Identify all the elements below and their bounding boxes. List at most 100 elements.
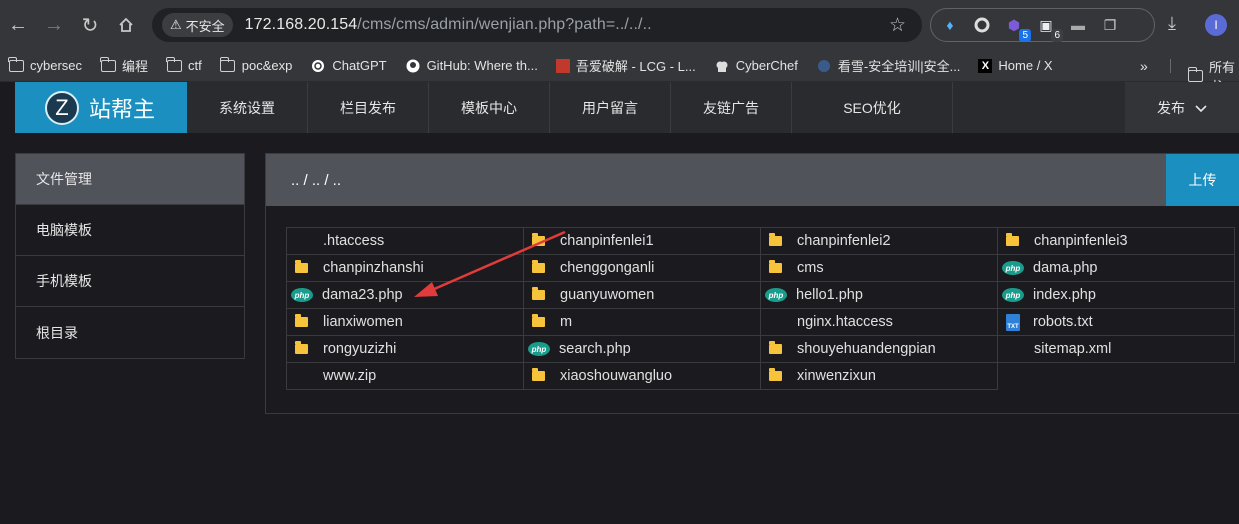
security-chip[interactable]: ⚠ 不安全	[162, 13, 233, 37]
back-icon[interactable]: ←	[0, 7, 36, 43]
folder-icon	[295, 341, 308, 354]
file-item[interactable]: chanpinfenlei3	[997, 227, 1235, 255]
bookmark-chatgpt[interactable]: ChatGPT	[310, 58, 387, 73]
url-text[interactable]: 172.168.20.154/cms/cms/admin/wenjian.php…	[245, 16, 652, 34]
purple-extension-icon[interactable]: ⬢ 5	[1003, 14, 1031, 42]
file-name: rongyuzizhi	[323, 341, 397, 357]
file-item[interactable]: m	[523, 308, 761, 336]
publish-dropdown[interactable]: 发布	[1125, 82, 1239, 133]
folder-icon	[769, 341, 782, 354]
file-item[interactable]: chanpinfenlei1	[523, 227, 761, 255]
file-item[interactable]: lianxiwomen	[286, 308, 524, 336]
bookmark-label: 编程	[122, 59, 149, 74]
file-item[interactable]: php dama23.php	[286, 281, 524, 309]
bookmark-github[interactable]: GitHub: Where th...	[405, 58, 538, 73]
diamond-extension-icon[interactable]: ♦	[939, 14, 961, 36]
menu-system-settings[interactable]: 系统设置	[187, 82, 308, 133]
bookmark-label: 看雪-安全培训|安全...	[837, 59, 961, 74]
menu-user-messages[interactable]: 用户留言	[550, 82, 671, 133]
home-icon[interactable]	[108, 7, 144, 43]
file-name: chanpinfenlei2	[797, 233, 891, 249]
x-logo-icon: X	[978, 58, 993, 73]
blank-file-icon	[1004, 342, 1022, 356]
file-item[interactable]: rongyuzizhi	[286, 335, 524, 363]
address-bar[interactable]: ⚠ 不安全 172.168.20.154/cms/cms/admin/wenji…	[152, 8, 922, 42]
bookmark-folder-programming[interactable]: 编程	[100, 56, 148, 75]
circle-extension-icon[interactable]	[971, 14, 993, 36]
bookmark-folder-ctf[interactable]: ctf	[166, 56, 202, 73]
warning-icon: ⚠	[170, 17, 182, 32]
file-item[interactable]: php search.php	[523, 335, 761, 363]
file-item[interactable]: chanpinfenlei2	[760, 227, 998, 255]
folder-icon	[769, 260, 782, 273]
bookmark-52pojie[interactable]: 吾爱破解 - LCG - L...	[555, 56, 696, 75]
file-name: m	[560, 314, 573, 330]
bookmark-label: poc&exp	[241, 58, 293, 73]
menu-seo[interactable]: SEO优化	[792, 82, 953, 133]
menu-column-publish[interactable]: 栏目发布	[308, 82, 429, 133]
file-item[interactable]: www.zip	[286, 362, 524, 390]
php-file-icon: php	[765, 288, 787, 302]
file-item[interactable]: xiaoshouwangluo	[523, 362, 761, 390]
file-item[interactable]: cms	[760, 254, 998, 282]
sidebar-item-mobile-templates[interactable]: 手机模板	[16, 256, 244, 307]
download-icon[interactable]: ⤓	[1168, 13, 1176, 34]
brand[interactable]: Z 站帮主	[15, 82, 187, 133]
folder-icon	[100, 56, 116, 73]
security-label: 不安全	[185, 18, 225, 34]
file-item[interactable]: chanpinzhanshi	[286, 254, 524, 282]
52pojie-icon	[555, 58, 570, 73]
profile-avatar[interactable]: I	[1205, 14, 1227, 36]
file-item[interactable]: guanyuwomen	[523, 281, 761, 309]
file-item[interactable]: php hello1.php	[760, 281, 998, 309]
file-item[interactable]: shouyehuandengpian	[760, 335, 998, 363]
file-name: search.php	[559, 341, 631, 357]
upload-button[interactable]: 上传	[1166, 154, 1239, 206]
file-item[interactable]: nginx.htaccess	[760, 308, 998, 336]
brand-name: 站帮主	[89, 96, 156, 122]
bookmark-label: GitHub: Where th...	[426, 58, 538, 73]
file-name: robots.txt	[1033, 314, 1093, 330]
file-item[interactable]: php dama.php	[997, 254, 1235, 282]
sidebar-item-pc-templates[interactable]: 电脑模板	[16, 205, 244, 256]
github-icon	[405, 59, 421, 73]
file-name: hello1.php	[796, 287, 863, 303]
reload-icon[interactable]: ↻	[72, 7, 108, 43]
hat-extension-icon[interactable]: ▬	[1067, 14, 1089, 36]
sidebar-item-root[interactable]: 根目录	[16, 307, 244, 358]
file-item[interactable]: sitemap.xml	[997, 335, 1235, 363]
menu-template-center[interactable]: 模板中心	[429, 82, 550, 133]
file-name: chanpinfenlei1	[560, 233, 654, 249]
file-name: dama23.php	[322, 287, 403, 303]
sidebar-item-file-manager[interactable]: 文件管理	[16, 154, 244, 205]
file-item[interactable]: chenggonganli	[523, 254, 761, 282]
file-item[interactable]: xinwenzixun	[760, 362, 998, 390]
bookmark-folder-cybersec[interactable]: cybersec	[8, 56, 82, 73]
panel-header: .. / .. / .. 上传	[266, 154, 1239, 206]
file-name: .htaccess	[323, 233, 385, 249]
dice-extension-icon[interactable]: ▣ 6	[1035, 14, 1063, 42]
bookmark-label: CyberChef	[735, 58, 798, 73]
admin-page: Z 站帮主 系统设置 栏目发布 模板中心 用户留言 友链广告 SEO优化 发布 …	[0, 82, 1239, 524]
publish-label: 发布	[1157, 99, 1185, 116]
folder-icon	[1006, 233, 1019, 246]
bookmark-cyberchef[interactable]: CyberChef	[714, 58, 798, 73]
bookmarks-divider	[1170, 59, 1171, 73]
forward-icon[interactable]: →	[36, 7, 72, 43]
puzzle-icon[interactable]: ❐	[1099, 14, 1121, 36]
sidebar: 文件管理 电脑模板 手机模板 根目录	[15, 153, 245, 359]
folder-icon	[532, 314, 545, 327]
file-item[interactable]: php index.php	[997, 281, 1235, 309]
folder-icon	[8, 56, 24, 73]
blank-file-icon	[293, 369, 311, 383]
bookmark-x[interactable]: X Home / X	[978, 58, 1053, 73]
bookmarks-bar: cybersec 编程 ctf poc&exp ChatGPT GitHub: …	[0, 50, 1239, 94]
bookmark-star-icon[interactable]: ☆	[889, 14, 906, 37]
menu-links-ads[interactable]: 友链广告	[671, 82, 792, 133]
bookmarks-overflow-button[interactable]: »	[1140, 58, 1148, 74]
php-file-icon: php	[528, 342, 550, 356]
bookmark-folder-poc[interactable]: poc&exp	[219, 56, 293, 73]
file-item[interactable]: TXT robots.txt	[997, 308, 1235, 336]
bookmark-kanxue[interactable]: 看雪-安全培训|安全...	[816, 56, 961, 75]
file-item[interactable]: .htaccess	[286, 227, 524, 255]
